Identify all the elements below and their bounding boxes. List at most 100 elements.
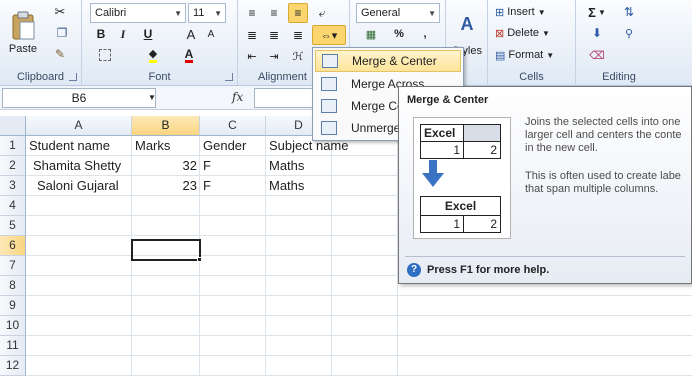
bold-button[interactable]: B	[92, 25, 110, 43]
column-header-a[interactable]: A	[26, 116, 132, 136]
align-left-icon: ≣	[246, 28, 258, 42]
orientation-button[interactable]: ℋ	[288, 47, 308, 65]
cell-c3[interactable]: F	[200, 176, 266, 196]
align-right-button[interactable]: ≣	[288, 25, 308, 45]
fill-handle[interactable]	[197, 257, 202, 262]
number-format-combo[interactable]: General ▼	[356, 3, 440, 23]
font-launcher-icon[interactable]	[225, 73, 233, 81]
cell-a1[interactable]: Student name	[26, 136, 132, 156]
italic-button[interactable]: I	[114, 25, 132, 43]
align-bottom-button[interactable]: ≡	[288, 3, 308, 23]
wrap-text-icon: ⤶	[318, 5, 326, 20]
row-header[interactable]: 10	[0, 316, 26, 336]
align-right-icon: ≣	[292, 28, 304, 42]
row-header[interactable]: 6	[0, 236, 26, 256]
currency-icon: ▦	[365, 28, 377, 41]
column-header-b[interactable]: B	[132, 116, 200, 136]
font-color-button[interactable]: A	[174, 46, 204, 64]
delete-icon: ⊠	[495, 27, 505, 40]
row-header[interactable]: 2	[0, 156, 26, 176]
illus-bottom-v1: 1	[420, 215, 464, 233]
chevron-down-icon[interactable]: ▼	[148, 93, 156, 102]
sort-filter-button[interactable]: ⇅	[614, 3, 644, 21]
cell-d3[interactable]: Maths	[266, 176, 332, 196]
paste-icon	[12, 11, 35, 40]
row-header[interactable]: 1	[0, 136, 26, 156]
align-left-button[interactable]: ≣	[242, 25, 262, 45]
shrink-font-button[interactable]: A	[202, 25, 220, 43]
cell-c1[interactable]: Gender	[200, 136, 266, 156]
merge-across-icon	[321, 77, 337, 91]
clipboard-launcher-icon[interactable]	[69, 73, 77, 81]
fx-icon[interactable]: fx	[232, 90, 243, 104]
insert-button[interactable]: ⊞ Insert ▼	[494, 3, 570, 21]
increase-indent-icon: ⇥	[269, 50, 279, 63]
copy-icon: ❐	[56, 26, 68, 40]
merge-center-button[interactable]: ⇔▾	[312, 25, 346, 45]
brush-icon: ✎	[54, 47, 66, 61]
font-group-label: Font	[148, 71, 171, 83]
illus-bottom-label: Excel	[420, 196, 501, 216]
cell-b1[interactable]: Marks	[132, 136, 200, 156]
font-size-combo[interactable]: 11 ▼	[188, 3, 226, 23]
comma-style-button[interactable]: ,	[416, 25, 434, 43]
grow-font-button[interactable]: A	[182, 25, 200, 43]
row-header[interactable]: 9	[0, 296, 26, 316]
active-cell-b6[interactable]	[131, 239, 201, 261]
copy-button[interactable]: ❐	[50, 24, 74, 42]
borders-button[interactable]	[90, 46, 120, 64]
paste-button[interactable]: Paste	[4, 2, 42, 64]
find-select-button[interactable]: ⚲	[614, 24, 644, 42]
row-header[interactable]: 12	[0, 356, 26, 376]
row-header[interactable]: 8	[0, 276, 26, 296]
chevron-down-icon: ▼	[597, 7, 606, 17]
tooltip-line-3: in the new cell.	[525, 142, 598, 154]
cell-d2[interactable]: Maths	[266, 156, 332, 176]
font-size-value: 11	[193, 7, 205, 19]
accounting-format-button[interactable]: ▦	[358, 25, 384, 43]
row-header[interactable]: 7	[0, 256, 26, 276]
align-center-button[interactable]: ≣	[264, 25, 284, 45]
align-middle-button[interactable]: ≡	[264, 3, 284, 23]
row-header[interactable]: 4	[0, 196, 26, 216]
chevron-down-icon: ▼	[546, 50, 555, 60]
decrease-indent-button[interactable]: ⇤	[242, 47, 262, 65]
menu-item-label: Unmerge	[351, 121, 401, 135]
merge-center-icon: ⇔▾	[320, 29, 338, 42]
select-all-corner[interactable]	[0, 116, 26, 136]
cell-b3[interactable]: 23	[132, 176, 200, 196]
unmerge-icon	[321, 121, 337, 135]
name-box[interactable]: B6	[2, 88, 156, 108]
percent-style-button[interactable]: %	[390, 25, 408, 43]
column-header-c[interactable]: C	[200, 116, 266, 136]
illus-top-label: Excel	[420, 124, 464, 142]
illus-top-v2: 2	[463, 141, 501, 159]
font-name-combo[interactable]: Calibri ▼	[90, 3, 186, 23]
format-painter-button[interactable]: ✎	[50, 45, 70, 63]
increase-indent-button[interactable]: ⇥	[264, 47, 284, 65]
underline-button[interactable]: U	[136, 25, 160, 43]
delete-button[interactable]: ⊠ Delete ▼	[494, 24, 570, 42]
paint-bucket-icon: ◆	[148, 47, 158, 63]
cut-button[interactable]: ✂	[50, 3, 70, 21]
bold-label: B	[96, 27, 106, 41]
font-group: Calibri ▼ 11 ▼ B I U A A ◆ A Font	[82, 0, 238, 86]
fill-color-button[interactable]: ◆	[138, 46, 168, 64]
clear-button[interactable]: ⌫	[582, 46, 612, 64]
cell-c2[interactable]: F	[200, 156, 266, 176]
row-header[interactable]: 3	[0, 176, 26, 196]
align-top-button[interactable]: ≡	[242, 3, 262, 23]
cell-b2[interactable]: 32	[132, 156, 200, 176]
row-header[interactable]: 11	[0, 336, 26, 356]
row-header[interactable]: 5	[0, 216, 26, 236]
formula-input[interactable]	[254, 88, 314, 108]
autosum-button[interactable]: Σ ▼	[582, 3, 612, 21]
format-cells-button[interactable]: ▤ Format ▼	[494, 46, 570, 64]
align-middle-icon: ≡	[270, 6, 278, 20]
delete-label: Delete	[507, 27, 540, 39]
cell-a2[interactable]: Shamita Shetty	[26, 156, 132, 176]
wrap-text-button[interactable]: ⤶	[312, 3, 332, 23]
fill-button[interactable]: ⬇	[582, 24, 612, 42]
cell-a3[interactable]: Saloni Gujaral	[26, 176, 132, 196]
menu-item-merge-center[interactable]: Merge & Center	[315, 50, 461, 72]
